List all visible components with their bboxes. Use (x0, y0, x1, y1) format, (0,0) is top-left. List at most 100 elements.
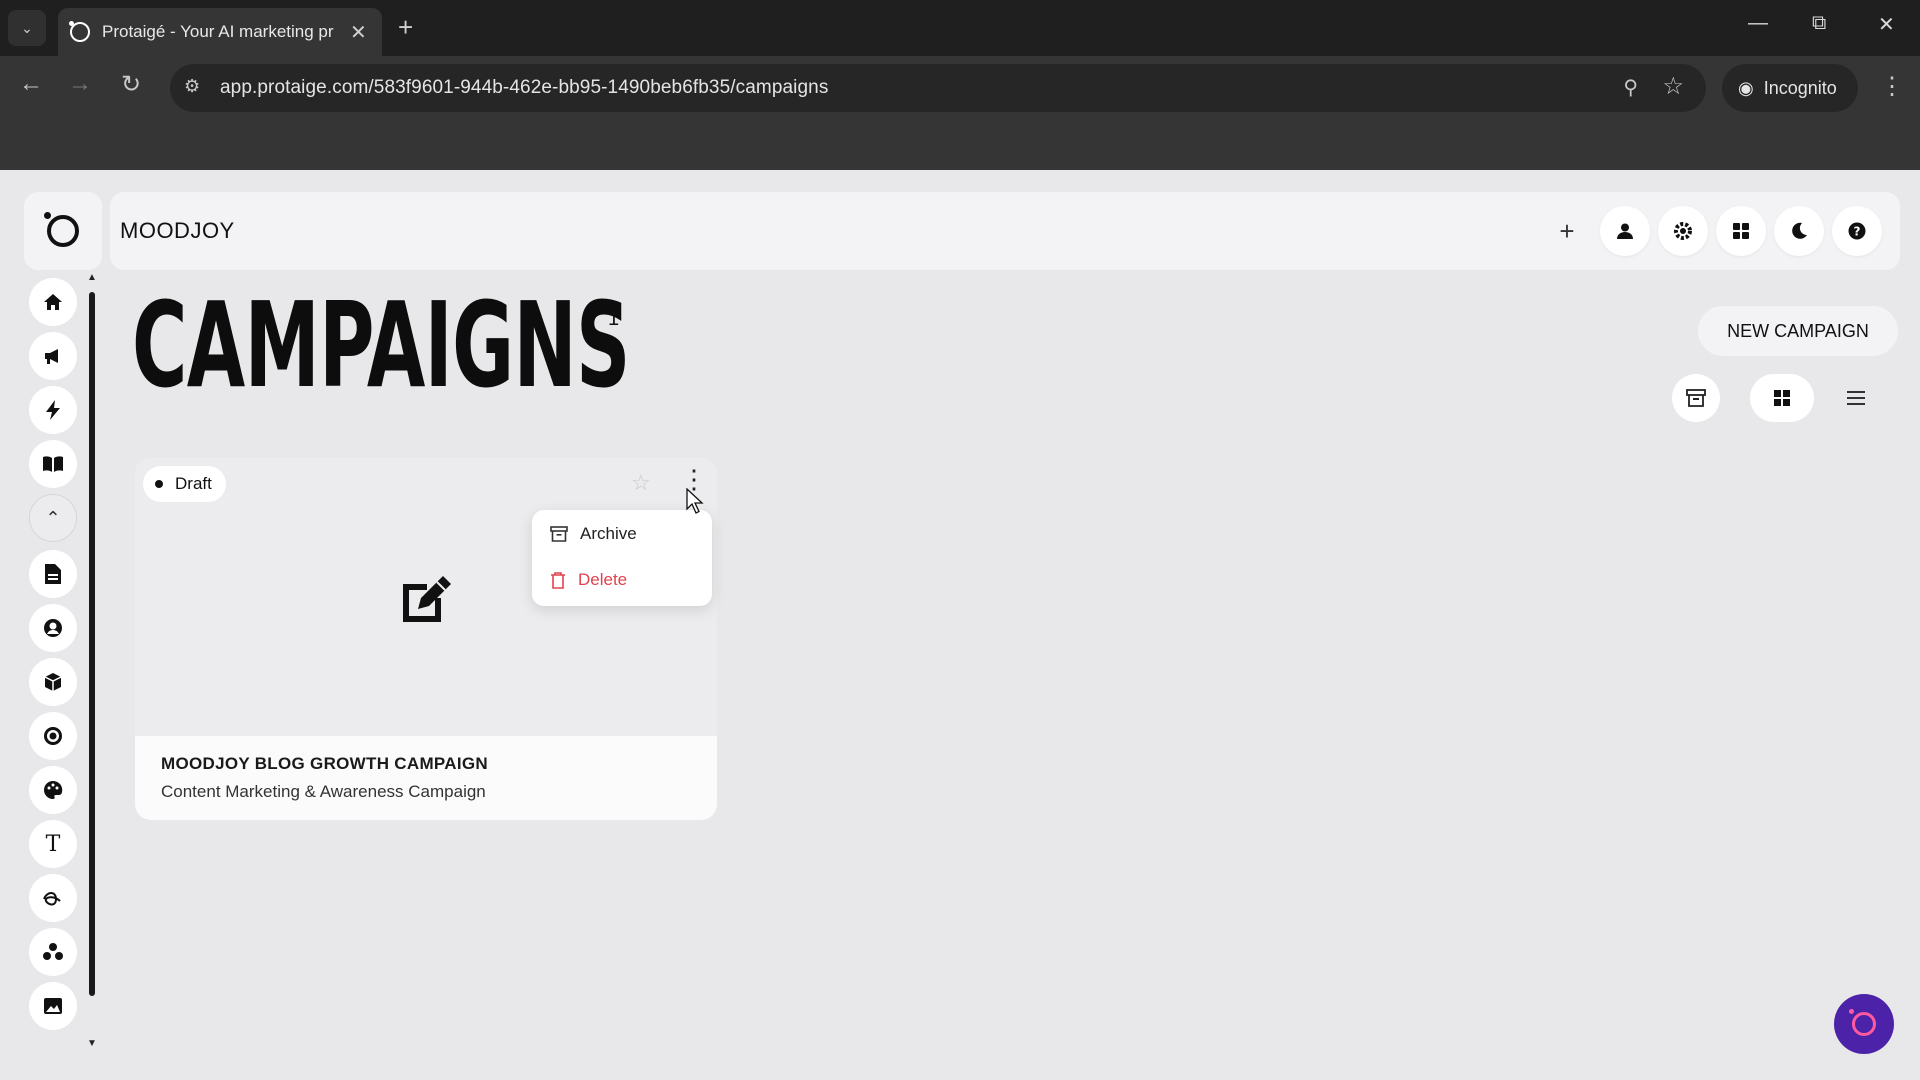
palette-icon (44, 780, 63, 799)
status-label: Draft (175, 474, 212, 493)
new-campaign-button[interactable]: NEW CAMPAIGN (1698, 306, 1898, 356)
back-icon[interactable]: ← (14, 70, 48, 98)
profile-button[interactable] (1600, 206, 1650, 256)
restore-window-icon[interactable]: ⧉ (1812, 12, 1826, 35)
sidebar-item-typography[interactable]: T (29, 820, 77, 868)
sidebar: ⌃ T ▲ ▼ (24, 272, 108, 1049)
archive-filter-button[interactable] (1672, 374, 1720, 422)
campaign-count: 1 (608, 308, 620, 330)
archive-icon (550, 526, 568, 542)
chat-assistant-button[interactable] (1834, 994, 1894, 1054)
trash-icon (551, 572, 565, 589)
lightning-icon (46, 400, 60, 420)
top-bar: MOODJOY + ? (110, 192, 1900, 270)
close-tab-icon[interactable]: ✕ (350, 20, 367, 45)
url-text: app.protaige.com/583f9601-944b-462e-bb95… (220, 77, 829, 98)
book-icon (43, 456, 63, 472)
archive-icon (1686, 389, 1706, 407)
app-logo[interactable] (24, 192, 102, 270)
sidebar-item-personas[interactable] (29, 604, 77, 652)
site-settings-icon[interactable]: ⚙ (184, 76, 200, 97)
gear-icon (1674, 222, 1692, 240)
svg-text:?: ? (1854, 225, 1861, 239)
scroll-up-icon[interactable]: ▲ (87, 272, 97, 283)
sidebar-item-tone[interactable] (29, 874, 77, 922)
sidebar-item-media[interactable] (29, 982, 77, 1030)
apps-button[interactable] (1716, 206, 1766, 256)
protaige-logo-icon (44, 212, 79, 247)
edit-icon (403, 576, 451, 622)
sidebar-item-campaigns[interactable] (29, 332, 77, 380)
settings-button[interactable] (1658, 206, 1708, 256)
grid-icon (1774, 390, 1790, 406)
incognito-label: Incognito (1763, 77, 1837, 98)
grid-icon (1733, 223, 1749, 239)
tab-search-button[interactable]: ⌄ (8, 10, 46, 46)
zoom-icon[interactable]: ⚲ (1623, 75, 1638, 100)
close-window-icon[interactable]: ✕ (1878, 12, 1895, 37)
tab-title: Protaigé - Your AI marketing pr (102, 22, 334, 41)
bookmark-star-icon[interactable]: ☆ (1662, 72, 1684, 101)
mouse-cursor-icon (686, 488, 704, 514)
home-icon (44, 294, 62, 310)
sidebar-item-brand[interactable] (29, 766, 77, 814)
list-icon (1847, 391, 1865, 405)
help-icon: ? (1848, 222, 1866, 240)
list-view-button[interactable] (1830, 374, 1882, 422)
sidebar-item-audience[interactable] (29, 928, 77, 976)
forward-icon[interactable]: → (63, 70, 97, 98)
sidebar-item-automations[interactable] (29, 386, 77, 434)
menu-item-delete[interactable]: Delete (550, 570, 627, 590)
grid-view-button[interactable] (1750, 374, 1814, 422)
dark-mode-button[interactable] (1774, 206, 1824, 256)
browser-menu-icon[interactable]: ⋮ (1880, 72, 1904, 101)
archive-label: Archive (580, 524, 637, 543)
new-tab-icon[interactable]: + (398, 12, 413, 43)
campaign-subtitle: Content Marketing & Awareness Campaign (161, 782, 486, 801)
reload-icon[interactable]: ↻ (114, 70, 148, 99)
incognito-icon: ◉ (1738, 77, 1754, 98)
text-icon: T (45, 831, 61, 857)
sidebar-item-products[interactable] (29, 658, 77, 706)
user-circle-icon (44, 619, 62, 637)
sidebar-scrollbar[interactable]: ▲ ▼ (87, 272, 97, 1049)
sidebar-item-library[interactable] (29, 440, 77, 488)
protaige-favicon-icon (69, 21, 90, 42)
menu-item-archive[interactable]: Archive (550, 524, 637, 544)
megaphone-icon (45, 349, 58, 364)
sidebar-item-goals[interactable] (29, 712, 77, 760)
campaign-title[interactable]: MOODJOY BLOG GROWTH CAMPAIGN (161, 754, 488, 774)
sidebar-scroll-thumb[interactable] (89, 292, 95, 996)
favorite-star-icon[interactable]: ☆ (631, 470, 651, 496)
status-badge: Draft (143, 466, 226, 502)
sidebar-collapse-button[interactable]: ⌃ (29, 494, 77, 542)
status-dot-icon (155, 480, 163, 488)
scroll-down-icon[interactable]: ▼ (87, 1038, 97, 1049)
chevron-down-icon: ⌄ (21, 19, 33, 36)
app-viewport: MOODJOY + ? ⌃ T ▲ ▼ CAMPAIGNS 1 NEW CAMP… (0, 170, 1920, 1080)
group-icon (43, 943, 63, 960)
workspace-name[interactable]: MOODJOY (120, 218, 235, 244)
add-button[interactable]: + (1542, 206, 1592, 256)
user-icon (1617, 223, 1633, 239)
sidebar-item-documents[interactable] (29, 550, 77, 598)
chat-logo-icon (1849, 1009, 1876, 1036)
bookmarks-bar (0, 120, 1920, 170)
sidebar-item-home[interactable] (29, 278, 77, 326)
chevron-up-icon: ⌃ (45, 507, 61, 528)
browser-tabstrip: ⌄ Protaigé - Your AI marketing pr ✕ + — … (0, 0, 1920, 56)
browser-tab-active[interactable]: Protaigé - Your AI marketing pr ✕ (58, 8, 382, 56)
image-icon (44, 998, 62, 1014)
card-context-menu: Archive Delete (532, 510, 712, 606)
target-icon (44, 727, 62, 745)
address-bar[interactable]: ⚙ app.protaige.com/583f9601-944b-462e-bb… (170, 64, 1706, 112)
help-button[interactable]: ? (1832, 206, 1882, 256)
document-icon (45, 564, 61, 584)
signature-icon (43, 892, 61, 906)
incognito-indicator[interactable]: ◉ Incognito (1722, 64, 1858, 112)
cube-icon (44, 673, 62, 691)
browser-toolbar: ← → ↻ ⚙ app.protaige.com/583f9601-944b-4… (0, 56, 1920, 120)
page-title: CAMPAIGNS (132, 276, 630, 414)
minimize-window-icon[interactable]: — (1748, 12, 1768, 35)
moon-icon (1792, 222, 1807, 239)
